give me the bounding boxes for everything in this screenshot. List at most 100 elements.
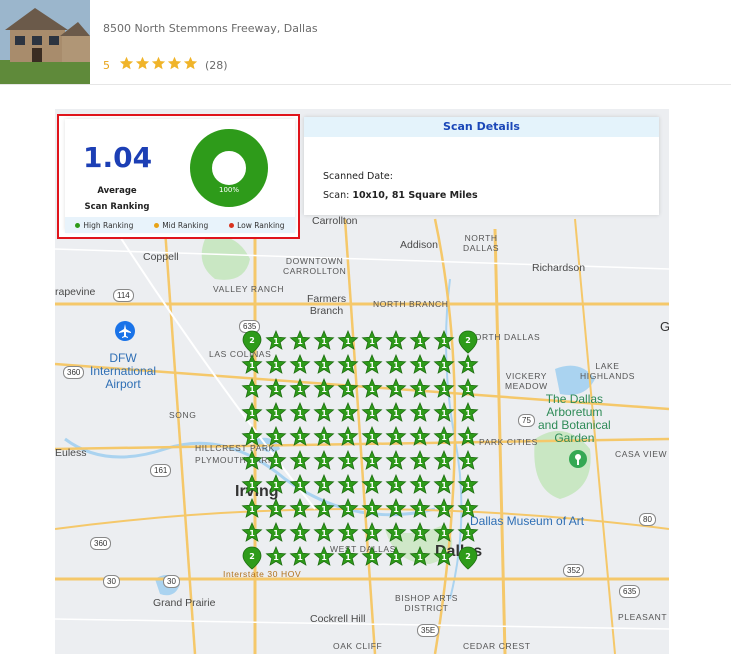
rank-pin[interactable]: 1 bbox=[289, 450, 311, 474]
rank-pin[interactable]: 1 bbox=[385, 354, 407, 378]
rank-pin[interactable]: 1 bbox=[361, 378, 383, 402]
rank-pin[interactable]: 1 bbox=[385, 522, 407, 546]
rank-pin[interactable]: 1 bbox=[337, 546, 359, 570]
rank-pin[interactable]: 1 bbox=[385, 402, 407, 426]
rank-pin[interactable]: 1 bbox=[241, 426, 263, 450]
rank-pin[interactable]: 1 bbox=[241, 498, 263, 522]
rank-pin[interactable]: 1 bbox=[385, 330, 407, 354]
rank-pin[interactable]: 1 bbox=[433, 378, 455, 402]
rank-pin[interactable]: 1 bbox=[433, 426, 455, 450]
rank-pin[interactable]: 1 bbox=[457, 378, 479, 402]
rank-pin[interactable]: 1 bbox=[337, 354, 359, 378]
rank-pin[interactable]: 1 bbox=[361, 498, 383, 522]
rank-pin[interactable]: 1 bbox=[361, 330, 383, 354]
rank-pin[interactable]: 1 bbox=[313, 354, 335, 378]
rank-pin[interactable]: 1 bbox=[361, 474, 383, 498]
rank-pin[interactable]: 1 bbox=[361, 450, 383, 474]
rank-pin[interactable]: 1 bbox=[385, 546, 407, 570]
rank-pin[interactable]: 1 bbox=[337, 522, 359, 546]
rank-pin[interactable]: 1 bbox=[289, 498, 311, 522]
rank-pin[interactable]: 1 bbox=[265, 402, 287, 426]
rank-pin[interactable]: 1 bbox=[313, 546, 335, 570]
rank-pin[interactable]: 1 bbox=[361, 426, 383, 450]
rank-pin[interactable]: 1 bbox=[313, 330, 335, 354]
rank-pin[interactable]: 1 bbox=[457, 474, 479, 498]
rank-pin[interactable]: 1 bbox=[457, 426, 479, 450]
rank-pin[interactable]: 1 bbox=[241, 378, 263, 402]
rank-pin[interactable]: 1 bbox=[241, 450, 263, 474]
rank-pin[interactable]: 1 bbox=[337, 402, 359, 426]
rank-pin[interactable]: 1 bbox=[409, 450, 431, 474]
rank-pin[interactable]: 1 bbox=[265, 522, 287, 546]
rank-pin[interactable]: 1 bbox=[409, 354, 431, 378]
rank-pin[interactable]: 1 bbox=[361, 402, 383, 426]
rank-pin[interactable]: 1 bbox=[409, 330, 431, 354]
rank-pin[interactable]: 1 bbox=[313, 498, 335, 522]
rank-pin[interactable]: 1 bbox=[409, 402, 431, 426]
rank-pin[interactable]: 1 bbox=[337, 378, 359, 402]
rank-pin[interactable]: 1 bbox=[457, 450, 479, 474]
rank-pin[interactable]: 1 bbox=[289, 330, 311, 354]
rank-pin[interactable]: 1 bbox=[337, 450, 359, 474]
rank-pin[interactable]: 1 bbox=[289, 522, 311, 546]
rank-pin[interactable]: 1 bbox=[265, 330, 287, 354]
rank-pin[interactable]: 1 bbox=[385, 498, 407, 522]
rank-pin[interactable]: 1 bbox=[433, 402, 455, 426]
rank-pin[interactable]: 1 bbox=[265, 450, 287, 474]
rank-pin[interactable]: 1 bbox=[265, 354, 287, 378]
rank-pin[interactable]: 1 bbox=[409, 474, 431, 498]
rank-pin[interactable]: 1 bbox=[433, 474, 455, 498]
rank-pin[interactable]: 2 bbox=[241, 330, 263, 354]
rank-pin[interactable]: 2 bbox=[241, 546, 263, 570]
rank-pin[interactable]: 1 bbox=[433, 546, 455, 570]
rank-pin[interactable]: 1 bbox=[289, 474, 311, 498]
rank-pin[interactable]: 1 bbox=[289, 402, 311, 426]
rank-pin[interactable]: 1 bbox=[361, 522, 383, 546]
rank-pin[interactable]: 1 bbox=[337, 498, 359, 522]
rank-pin[interactable]: 1 bbox=[265, 426, 287, 450]
property-photo[interactable] bbox=[0, 0, 90, 84]
rank-pin[interactable]: 1 bbox=[361, 546, 383, 570]
rank-pin[interactable]: 1 bbox=[265, 378, 287, 402]
rank-pin[interactable]: 1 bbox=[289, 378, 311, 402]
rank-pin[interactable]: 1 bbox=[409, 546, 431, 570]
rank-pin[interactable]: 1 bbox=[313, 450, 335, 474]
rank-pin[interactable]: 1 bbox=[337, 330, 359, 354]
rank-pin[interactable]: 1 bbox=[289, 546, 311, 570]
rank-pin[interactable]: 1 bbox=[457, 402, 479, 426]
rank-pin[interactable]: 1 bbox=[313, 402, 335, 426]
rank-pin[interactable]: 1 bbox=[313, 522, 335, 546]
rank-pin[interactable]: 1 bbox=[265, 546, 287, 570]
rank-pin[interactable]: 1 bbox=[433, 354, 455, 378]
rank-pin[interactable]: 1 bbox=[409, 498, 431, 522]
rank-pin[interactable]: 1 bbox=[337, 426, 359, 450]
rank-pin[interactable]: 1 bbox=[361, 354, 383, 378]
rank-pin[interactable]: 2 bbox=[457, 330, 479, 354]
rank-pin[interactable]: 1 bbox=[265, 474, 287, 498]
rank-pin[interactable]: 1 bbox=[385, 378, 407, 402]
rank-pin[interactable]: 1 bbox=[241, 474, 263, 498]
rank-pin[interactable]: 1 bbox=[433, 522, 455, 546]
rank-pin[interactable]: 1 bbox=[457, 354, 479, 378]
rank-pin[interactable]: 1 bbox=[289, 354, 311, 378]
rank-pin[interactable]: 1 bbox=[337, 474, 359, 498]
rank-pin[interactable]: 1 bbox=[433, 498, 455, 522]
rank-pin[interactable]: 1 bbox=[265, 498, 287, 522]
rank-pin[interactable]: 1 bbox=[385, 450, 407, 474]
rank-pin[interactable]: 1 bbox=[241, 354, 263, 378]
rank-pin[interactable]: 1 bbox=[313, 474, 335, 498]
rank-pin[interactable]: 1 bbox=[241, 402, 263, 426]
rank-pin[interactable]: 1 bbox=[409, 522, 431, 546]
rank-pin[interactable]: 1 bbox=[409, 378, 431, 402]
rank-pin[interactable]: 1 bbox=[457, 522, 479, 546]
rank-pin[interactable]: 1 bbox=[433, 450, 455, 474]
rank-pin[interactable]: 1 bbox=[433, 330, 455, 354]
rank-pin[interactable]: 1 bbox=[313, 426, 335, 450]
rank-pin[interactable]: 1 bbox=[385, 474, 407, 498]
rank-pin[interactable]: 1 bbox=[385, 426, 407, 450]
rank-pin[interactable]: 1 bbox=[457, 498, 479, 522]
rank-pin[interactable]: 1 bbox=[313, 378, 335, 402]
rank-pin[interactable]: 1 bbox=[409, 426, 431, 450]
review-count[interactable]: (28) bbox=[205, 59, 228, 72]
rank-pin[interactable]: 1 bbox=[241, 522, 263, 546]
